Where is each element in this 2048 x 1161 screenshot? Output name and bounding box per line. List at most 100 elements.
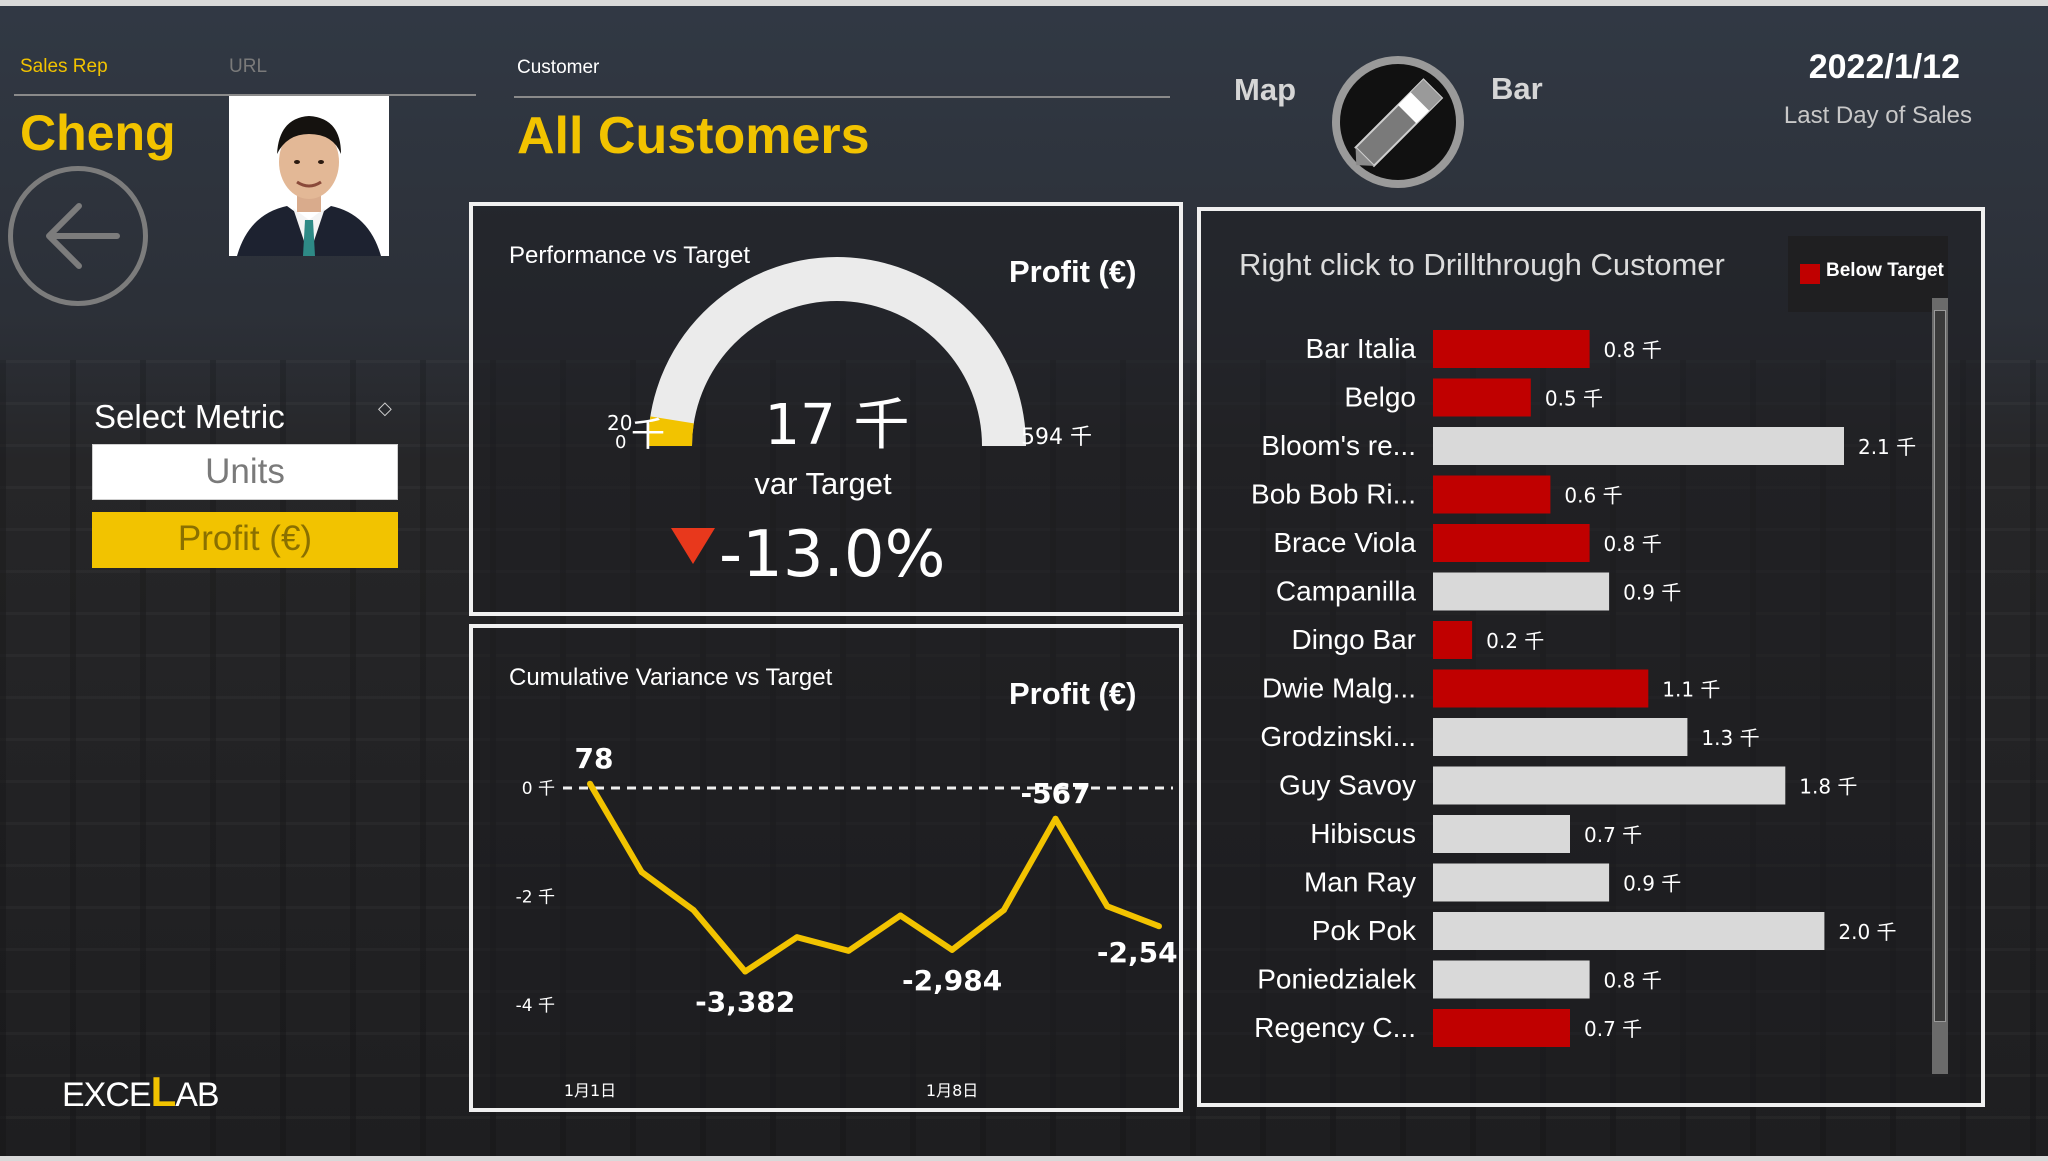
customer-bar[interactable] bbox=[1433, 912, 1825, 950]
select-metric-title: Select Metric bbox=[94, 398, 285, 435]
x-tick-label: 1月8日 bbox=[926, 1081, 978, 1100]
top-edge bbox=[0, 0, 2048, 6]
customer-category-label[interactable]: Pok Pok bbox=[1312, 915, 1417, 946]
customer-category-label[interactable]: Campanilla bbox=[1276, 576, 1416, 607]
customer-bar[interactable] bbox=[1433, 766, 1786, 805]
customer-bar-chart: Bar Italia 0.8 千 Belgo 0.5 千 Bloom's re... 2.… bbox=[1251, 330, 1916, 1047]
last-sales-caption: Last Day of Sales bbox=[1783, 102, 1972, 129]
variance-value: -13.0% bbox=[719, 518, 945, 592]
line-point bbox=[638, 869, 645, 876]
url-label: URL bbox=[229, 56, 268, 77]
map-bar-toggle[interactable] bbox=[1328, 52, 1468, 192]
gauge-min-bottom: 0 bbox=[615, 432, 626, 453]
customer-bar-value: 1.3 千 bbox=[1701, 726, 1759, 750]
toggle-map-label[interactable]: Map bbox=[1234, 72, 1296, 108]
customer-category-label[interactable]: Dwie Malg... bbox=[1262, 673, 1416, 704]
customer-label: Customer bbox=[517, 57, 600, 78]
customer-bar[interactable] bbox=[1433, 330, 1590, 368]
customer-category-label[interactable]: Brace Viola bbox=[1273, 527, 1416, 558]
line-point bbox=[897, 912, 904, 919]
customer-bar[interactable] bbox=[1433, 572, 1610, 611]
logo-text-1: EXCE bbox=[62, 1076, 152, 1114]
customer-underline bbox=[514, 96, 1170, 98]
customer-bar-value: 0.2 千 bbox=[1486, 629, 1544, 653]
customer-bar-value: 0.9 千 bbox=[1623, 581, 1681, 605]
gauge-chart: 17 千 20 0 千 594 千 var Target -13.0% bbox=[607, 257, 1092, 592]
customer-bar[interactable] bbox=[1433, 669, 1649, 708]
customer-bar[interactable] bbox=[1433, 621, 1473, 659]
customer-category-label[interactable]: Bloom's re... bbox=[1261, 430, 1416, 461]
line-point bbox=[587, 780, 593, 787]
customer-category-label[interactable]: Guy Savoy bbox=[1279, 770, 1416, 801]
customer-bar-value: 0.8 千 bbox=[1604, 532, 1662, 556]
back-button[interactable] bbox=[8, 166, 148, 306]
customer-bar[interactable] bbox=[1433, 1009, 1570, 1047]
customer-bar-value: 0.6 千 bbox=[1564, 484, 1622, 508]
line-data-label: -3,382 bbox=[695, 985, 795, 1018]
customer-bar[interactable] bbox=[1433, 960, 1590, 999]
y-tick-label: 0 千 bbox=[522, 779, 555, 799]
logo-text-3: AB bbox=[175, 1076, 219, 1114]
gauge-max: 594 千 bbox=[1021, 425, 1092, 450]
gauge-min-unit: 千 bbox=[631, 415, 665, 455]
customer-category-label[interactable]: Hibiscus bbox=[1310, 818, 1416, 849]
line-data-label: -2,548 bbox=[1097, 936, 1179, 969]
gauge-value: 17 千 bbox=[764, 393, 909, 458]
customer-category-label[interactable]: Poniedzialek bbox=[1257, 964, 1417, 995]
line-point bbox=[1052, 815, 1059, 822]
customer-category-label[interactable]: Belgo bbox=[1344, 382, 1416, 413]
scrollbar-thumb[interactable] bbox=[1934, 310, 1946, 1022]
legend: Below Target bbox=[1788, 236, 1948, 312]
customer-bar[interactable] bbox=[1433, 378, 1531, 417]
performance-panel: Performance vs Target Profit (€) 17 千 20… bbox=[469, 202, 1183, 616]
customer-bar-value: 2.1 千 bbox=[1858, 435, 1916, 459]
customer-bar[interactable] bbox=[1433, 863, 1610, 902]
customer-slicer-value[interactable]: All Customers bbox=[517, 106, 870, 166]
metric-option-units[interactable]: Units bbox=[92, 444, 398, 500]
x-tick-label: 1月1日 bbox=[564, 1081, 616, 1100]
excelab-logo: EXCELAB bbox=[62, 1068, 220, 1116]
customer-bar-value: 0.9 千 bbox=[1623, 872, 1681, 896]
customer-category-label[interactable]: Grodzinski... bbox=[1260, 721, 1416, 752]
customer-bar[interactable] bbox=[1433, 718, 1688, 756]
customer-bar[interactable] bbox=[1433, 475, 1551, 514]
customer-category-label[interactable]: Bob Bob Ri... bbox=[1251, 479, 1416, 510]
cumulative-panel: Cumulative Variance vs Target Profit (€)… bbox=[469, 624, 1183, 1112]
line-point bbox=[845, 947, 852, 954]
cumulative-variance-line bbox=[587, 782, 1161, 975]
last-sales-date: 2022/1/12 bbox=[1808, 48, 1960, 86]
line-point bbox=[949, 946, 956, 953]
metric-option-profit[interactable]: Profit (€) bbox=[92, 512, 398, 568]
gauge-fill bbox=[648, 416, 694, 447]
legend-swatch-below-target bbox=[1800, 264, 1820, 284]
cumulative-line-chart: 0 千 -2 千 -4 千 1月1日 1月8日 78 -3,382 -2,984 -567 -2,… bbox=[516, 742, 1179, 1100]
customer-bar[interactable] bbox=[1433, 524, 1590, 562]
line-point bbox=[1000, 907, 1007, 914]
customer-bar[interactable] bbox=[1433, 427, 1844, 465]
y-tick-label: -4 千 bbox=[516, 996, 555, 1016]
customer-bar-value: 1.1 千 bbox=[1662, 678, 1720, 702]
customer-category-label[interactable]: Regency C... bbox=[1254, 1012, 1416, 1043]
var-target-label: var Target bbox=[754, 466, 892, 501]
customer-bar-value: 0.5 千 bbox=[1545, 387, 1603, 411]
clear-selection-icon[interactable]: ◇ bbox=[378, 398, 392, 419]
customer-category-label[interactable]: Bar Italia bbox=[1306, 333, 1417, 364]
line-point bbox=[690, 907, 697, 914]
customer-bar-value: 0.7 千 bbox=[1584, 1017, 1642, 1041]
sales-rep-photo bbox=[229, 96, 389, 256]
sales-rep-label: Sales Rep bbox=[20, 56, 108, 77]
customer-bar-value: 0.8 千 bbox=[1604, 969, 1662, 993]
report-canvas: Sales Rep URL Cheng Customer All Custome… bbox=[0, 0, 2048, 1161]
line-point bbox=[1156, 923, 1162, 930]
customer-category-label[interactable]: Man Ray bbox=[1304, 867, 1416, 898]
customer-bar-value: 0.8 千 bbox=[1604, 338, 1662, 362]
toggle-bar-label[interactable]: Bar bbox=[1491, 71, 1543, 107]
bottom-edge bbox=[0, 1156, 2048, 1161]
customer-bar-panel: Right click to Drillthrough Customer Bar… bbox=[1197, 207, 1985, 1107]
customer-bar-value: 1.8 千 bbox=[1799, 775, 1857, 799]
customer-category-label[interactable]: Dingo Bar bbox=[1291, 624, 1416, 655]
customer-bar[interactable] bbox=[1433, 815, 1570, 853]
line-point bbox=[1104, 903, 1111, 910]
sales-rep-name: Cheng bbox=[20, 105, 176, 161]
line-point bbox=[793, 934, 800, 941]
